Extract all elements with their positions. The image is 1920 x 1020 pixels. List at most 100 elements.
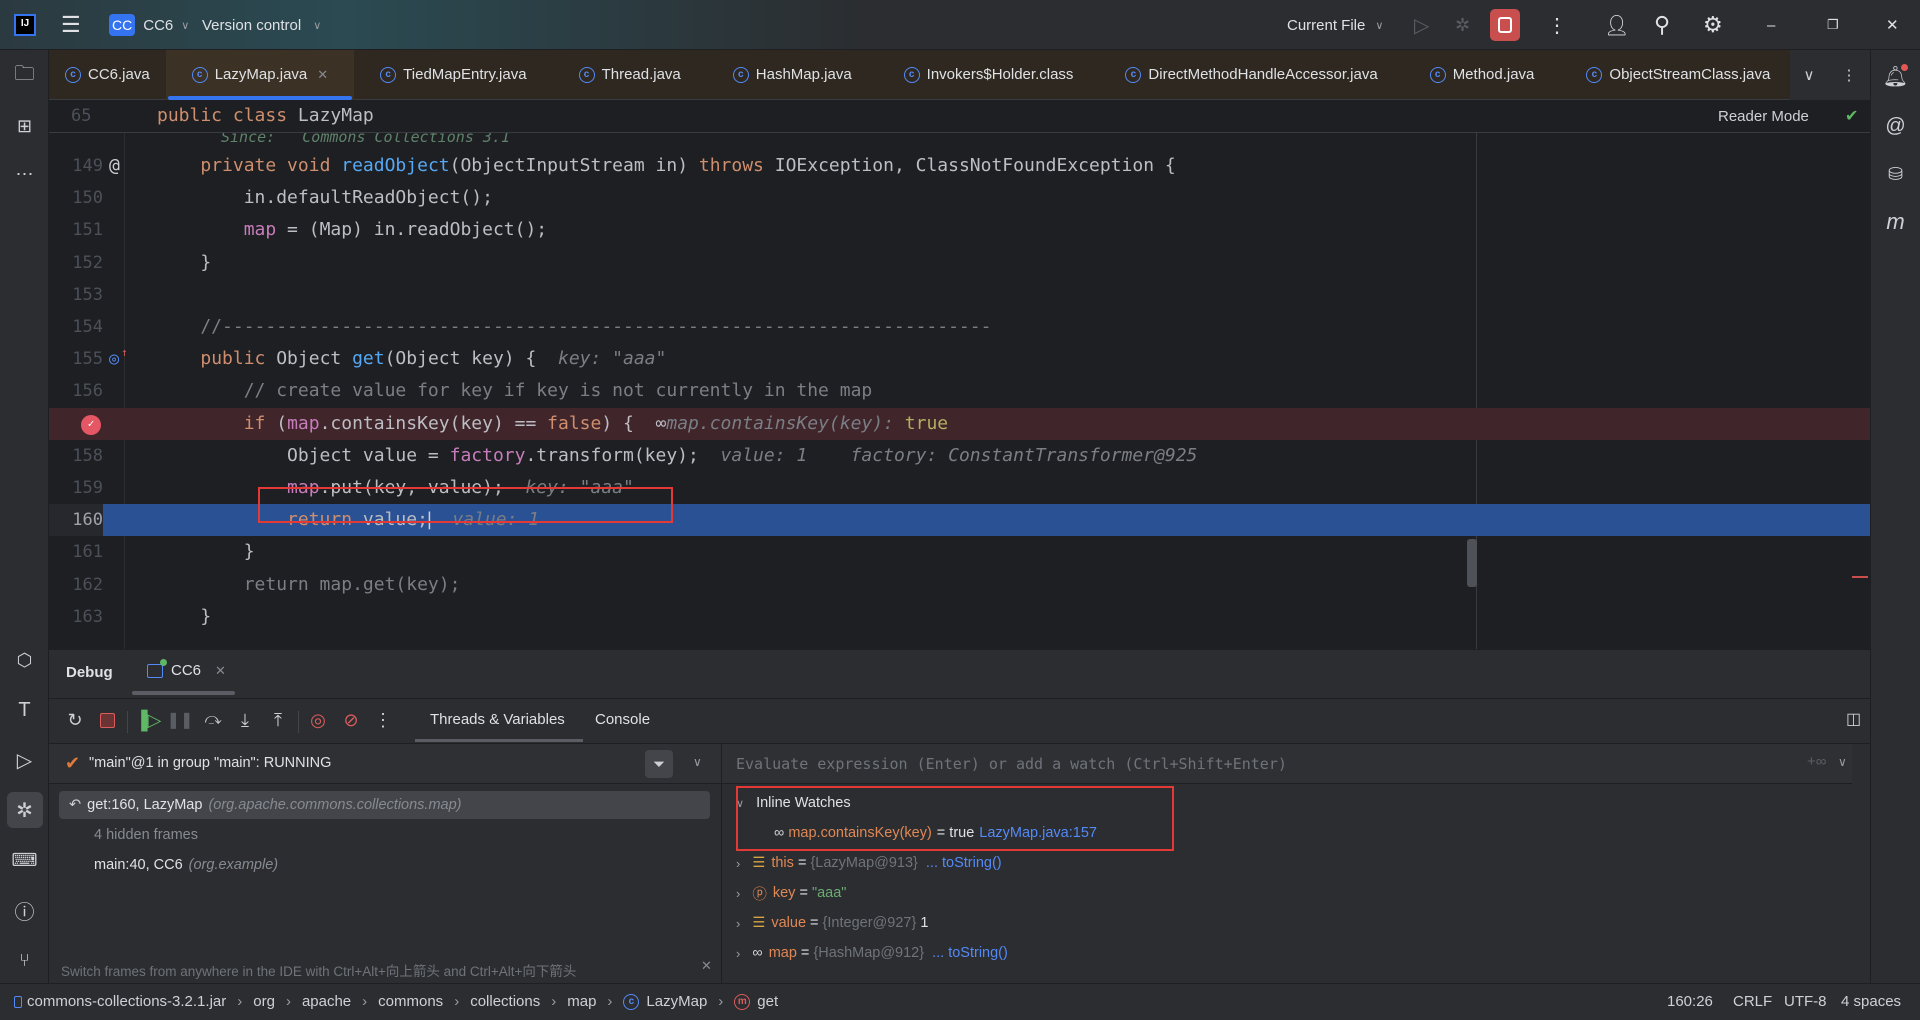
reader-mode-button[interactable]: Reader Mode: [1718, 108, 1809, 125]
caret-position[interactable]: 160:26: [1667, 993, 1713, 1010]
tab-threads-variables[interactable]: Threads & Variables: [430, 711, 565, 728]
chevron-right-icon[interactable]: ›: [736, 916, 740, 931]
editor-tab[interactable]: c ObjectStreamClass.java: [1560, 50, 1796, 100]
debug-icon[interactable]: ✲: [1455, 0, 1470, 50]
breadcrumb-item[interactable]: map: [567, 993, 596, 1010]
database-icon[interactable]: ⛁: [1871, 156, 1920, 192]
hamburger-icon[interactable]: ☰: [61, 0, 81, 50]
line-number[interactable]: 150: [49, 182, 103, 214]
to-string-link[interactable]: ... toString(): [926, 855, 1002, 871]
run-config-selector[interactable]: Current File ∨: [1287, 0, 1383, 50]
restore-icon[interactable]: ❐: [1827, 0, 1839, 50]
stop-icon[interactable]: [94, 707, 120, 733]
app-logo[interactable]: IJ: [14, 0, 36, 50]
mute-breakpoints-icon[interactable]: ⊘: [338, 707, 364, 733]
maven-icon[interactable]: m: [1871, 204, 1920, 240]
debug-session-tab[interactable]: CC6 ✕: [147, 658, 226, 679]
line-number[interactable]: 153: [49, 279, 103, 311]
evaluate-expression-input[interactable]: Evaluate expression (Enter) or add a wat…: [722, 744, 1852, 784]
stack-frame[interactable]: ↶ get:160, LazyMap (org.apache.commons.col…: [59, 791, 710, 819]
close-hint-icon[interactable]: ✕: [701, 958, 712, 974]
thread-selector[interactable]: ✔ "main"@1 in group "main": RUNNING ⏷ ∨: [49, 744, 721, 784]
line-number[interactable]: 156: [49, 375, 103, 407]
vcs-selector[interactable]: Version control ∨: [202, 0, 321, 50]
minimize-icon[interactable]: –: [1767, 0, 1775, 50]
line-number[interactable]: 155: [49, 343, 103, 375]
line-number[interactable]: 158: [49, 440, 103, 472]
run-icon[interactable]: ▷: [1414, 0, 1429, 50]
git-icon[interactable]: ⑂: [0, 942, 49, 978]
editor-tab[interactable]: c DirectMethodHandleAccessor.java: [1099, 50, 1403, 100]
services-icon[interactable]: ⬡: [0, 642, 49, 678]
to-string-link[interactable]: ... toString(): [932, 945, 1008, 961]
variable-node[interactable]: › ⓟ key = "aaa": [736, 878, 854, 908]
editor-tab[interactable]: c Invokers$Holder.class: [878, 50, 1100, 100]
sticky-header[interactable]: 65 public class LazyMap Reader Mode ✔: [49, 100, 1870, 133]
breakpoint-icon[interactable]: ✓: [81, 414, 101, 435]
variable-node[interactable]: › ☰ this = {LazyMap@913} ... toString(): [736, 848, 1002, 878]
problems-icon[interactable]: ⓘ: [0, 892, 49, 928]
rerun-icon[interactable]: ↻: [62, 707, 88, 733]
chevron-down-icon[interactable]: ∨: [1838, 755, 1847, 769]
more-icon[interactable]: ⋮: [1547, 0, 1567, 50]
line-number[interactable]: 160: [49, 504, 103, 537]
chevron-down-icon[interactable]: ∨: [693, 755, 702, 769]
view-breakpoints-icon[interactable]: ◎: [305, 707, 331, 733]
chevron-right-icon[interactable]: ›: [736, 946, 740, 961]
line-number[interactable]: 162: [49, 569, 103, 601]
indent-setting[interactable]: 4 spaces: [1841, 993, 1901, 1010]
notifications-icon[interactable]: 🔔︎: [1871, 58, 1920, 94]
editor-tab[interactable]: c Method.java: [1404, 50, 1561, 100]
close-tab-icon[interactable]: ✕: [317, 67, 328, 83]
pause-icon[interactable]: ❚❚: [167, 707, 194, 733]
breadcrumb-item[interactable]: commons: [378, 993, 443, 1010]
file-encoding[interactable]: UTF-8: [1784, 993, 1827, 1010]
editor-tab[interactable]: c HashMap.java: [707, 50, 878, 100]
editor-tab[interactable]: c TiedMapEntry.java: [354, 50, 552, 100]
line-number[interactable]: 154: [49, 311, 103, 343]
editor-tab[interactable]: c CC6.java: [49, 50, 166, 100]
variable-node[interactable]: › ☰ value = {Integer@927} 1: [736, 908, 936, 938]
resume-icon[interactable]: ▐▷: [135, 707, 162, 733]
filter-icon[interactable]: ⏷: [645, 750, 673, 778]
add-user-icon[interactable]: 👤︎: [1604, 0, 1629, 50]
step-into-icon[interactable]: ⤓: [232, 707, 258, 733]
project-folder-icon[interactable]: 🗀: [0, 58, 49, 94]
line-number[interactable]: 161: [49, 536, 103, 568]
layout-icon[interactable]: ◫: [1846, 709, 1861, 729]
line-number[interactable]: 159: [49, 472, 103, 504]
step-over-icon[interactable]: ⤼: [200, 707, 226, 733]
search-icon[interactable]: ⚲: [1654, 0, 1670, 50]
structure-icon[interactable]: ⊞: [0, 108, 49, 144]
debug-tool-icon[interactable]: ✲: [0, 792, 49, 828]
stack-frame[interactable]: main:40, CC6 (org.example): [59, 851, 710, 879]
code-editor[interactable]: Since: Commons Collections 3.1 149 @ priv…: [49, 133, 1870, 649]
run-tool-icon[interactable]: ▷: [0, 742, 49, 778]
terminal-icon[interactable]: ⌨: [0, 842, 49, 878]
line-number[interactable]: 151: [49, 214, 103, 246]
chevron-right-icon[interactable]: ›: [736, 856, 740, 871]
chevron-right-icon[interactable]: ›: [736, 886, 740, 901]
step-out-icon[interactable]: ⤒: [265, 707, 291, 733]
tabs-more-icon[interactable]: ⋮: [1841, 66, 1856, 84]
add-watch-icon[interactable]: +∞: [1807, 753, 1826, 770]
variable-node[interactable]: › ∞ map = {HashMap@912} ... toString(): [736, 938, 1008, 968]
line-number[interactable]: 152: [49, 247, 103, 279]
build-icon[interactable]: T: [0, 692, 49, 728]
more-icon[interactable]: ⋮: [370, 707, 396, 733]
ai-assistant-icon[interactable]: @: [1871, 108, 1920, 144]
tab-console[interactable]: Console: [595, 711, 650, 728]
breadcrumb-item[interactable]: org: [253, 993, 275, 1010]
more-tools-icon[interactable]: ⋯: [0, 156, 49, 192]
line-separator[interactable]: CRLF: [1733, 993, 1772, 1010]
inspection-ok-icon[interactable]: ✔: [1845, 106, 1858, 126]
editor-tab[interactable]: c LazyMap.java ✕: [165, 49, 355, 100]
project-selector[interactable]: CC CC6 ∨: [109, 0, 189, 50]
tabs-dropdown-icon[interactable]: ∨: [1804, 66, 1815, 84]
breadcrumb-item[interactable]: apache: [302, 993, 351, 1010]
editor-tab[interactable]: c Thread.java: [553, 50, 707, 100]
breadcrumb-item[interactable]: commons-collections-3.2.1.jar: [27, 993, 226, 1010]
settings-icon[interactable]: ⚙: [1703, 0, 1723, 50]
close-session-icon[interactable]: ✕: [215, 663, 226, 679]
breadcrumb-item[interactable]: LazyMap: [646, 993, 707, 1010]
